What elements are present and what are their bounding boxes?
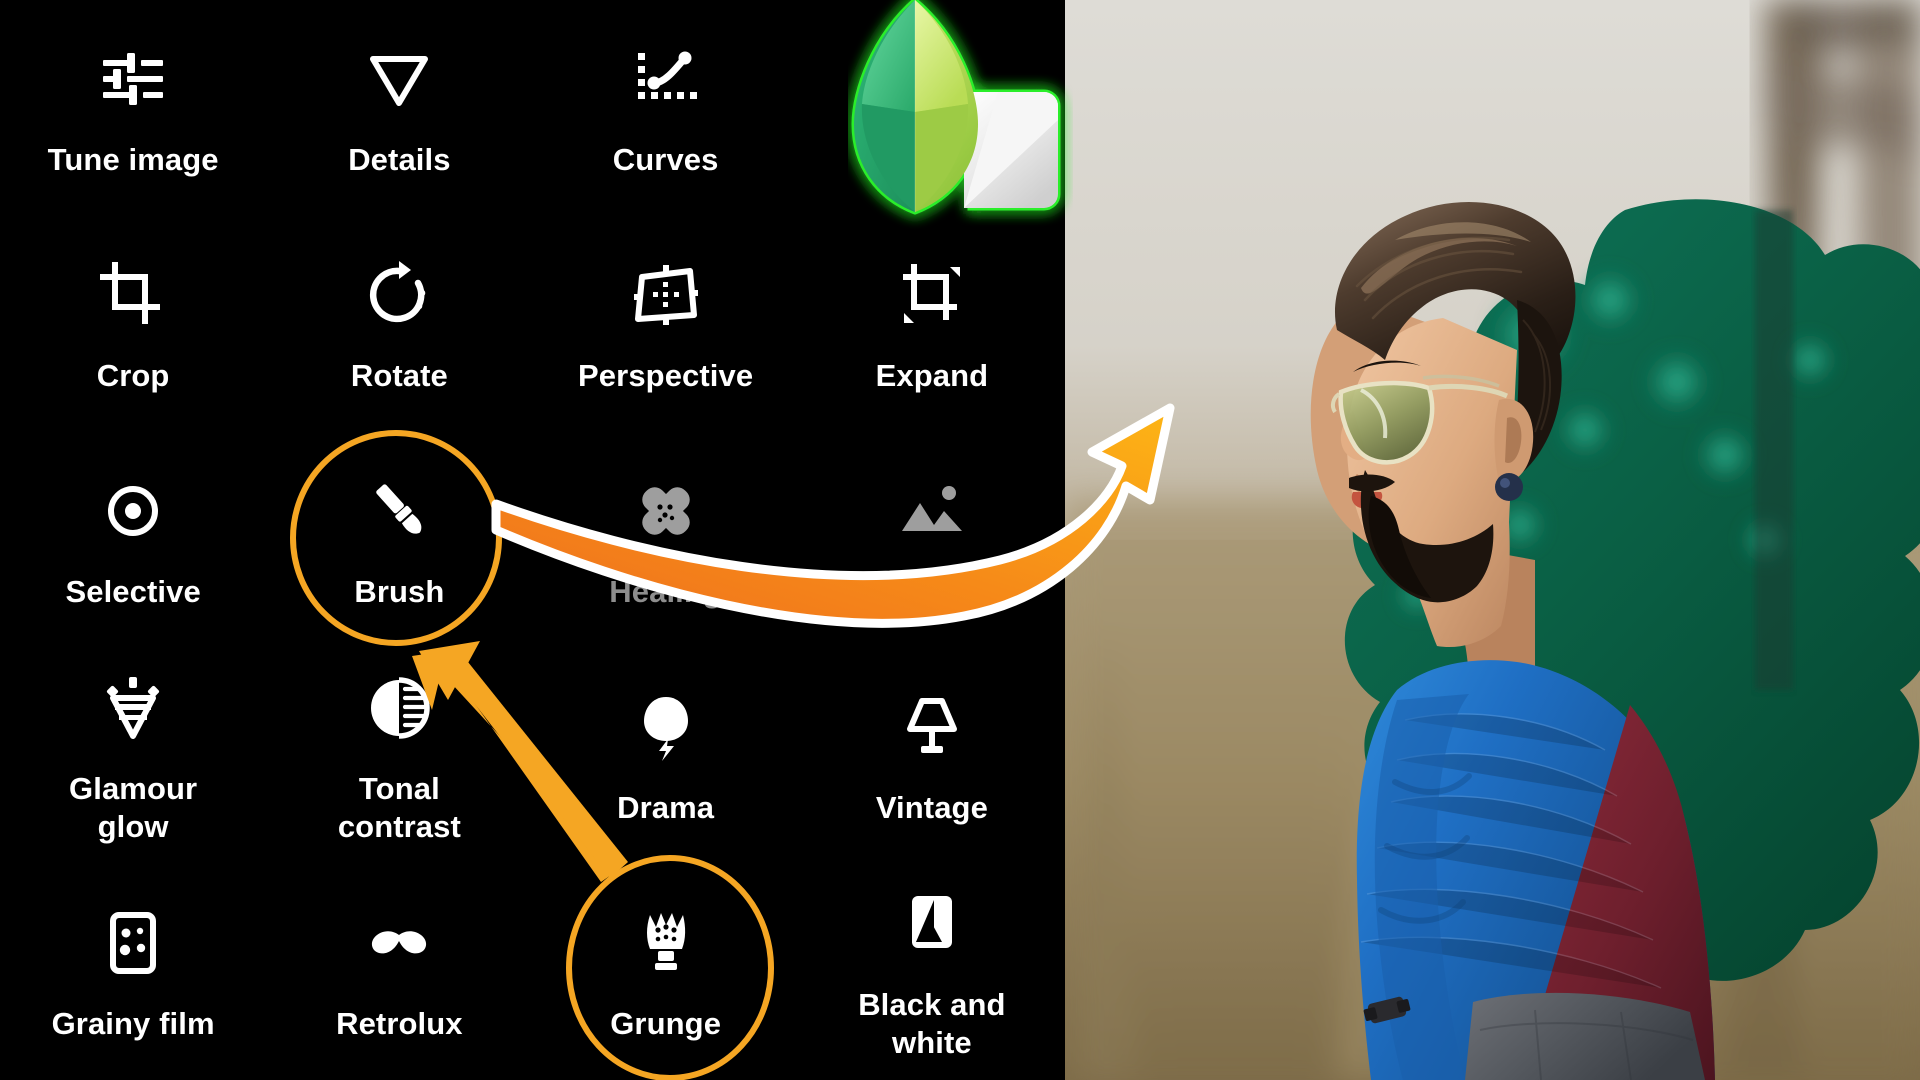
tool-item-perspective[interactable]: Perspective [533,216,799,432]
tool-label: Glamour glow [69,771,198,844]
tool-item-drama[interactable]: Drama [533,648,799,864]
tool-label: Details [348,142,451,178]
tool-label: Tonal contrast [337,771,461,844]
perspective-icon [628,257,704,333]
tool-item-healing[interactable]: Healing [533,432,799,648]
tool-item-expand[interactable]: Expand [799,216,1065,432]
selective-icon [95,473,171,549]
tool-label: HDR Scape [847,574,1016,610]
expand-icon [894,257,970,333]
tool-label: Perspective [578,358,754,394]
tool-label: Black and white [858,987,1006,1060]
tonal-contrast-icon [361,670,437,746]
tool-item-hdr-scape[interactable]: HDR Scape [799,432,1065,648]
brush-icon [361,473,437,549]
tool-item-crop[interactable]: Crop [0,216,266,432]
tool-label: Rotate [350,358,448,394]
tool-item-black-and-white[interactable]: Black and white [799,864,1065,1080]
photo-preview [1065,0,1920,1080]
crop-icon [95,257,171,333]
triangle-down-icon [361,41,437,117]
tool-item-grunge[interactable]: Grunge [533,864,799,1080]
tool-label: Tune image [47,142,219,178]
tool-item-curves[interactable]: Curves [533,0,799,216]
healing-icon [628,473,704,549]
tool-label: Crop [96,358,170,394]
tool-item-grainy-film[interactable]: Grainy film [0,864,266,1080]
tool-label: Brush [354,574,445,610]
tool-item-rotate[interactable]: Rotate [266,216,532,432]
tool-item-brush[interactable]: Brush [266,432,532,648]
tool-label: Grainy film [51,1006,215,1042]
tool-label: Drama [617,790,715,826]
tool-label: Expand [875,358,989,394]
tool-label: Curves [612,142,719,178]
snapseed-logo [848,0,1073,234]
tool-item-vintage[interactable]: Vintage [799,648,1065,864]
tool-item-retrolux[interactable]: Retrolux [266,864,532,1080]
snapseed-tools-screenshot: Tune image Details Curves Crop Rotate Pe… [0,0,1920,1080]
tool-label: Grunge [610,1006,722,1042]
tool-item-details[interactable]: Details [266,0,532,216]
drama-icon [628,689,704,765]
tool-label: Vintage [875,790,988,826]
sliders-icon [95,41,171,117]
grunge-icon [628,905,704,981]
tool-label: Healing [609,574,722,610]
black-white-icon [894,886,970,962]
tool-item-tune-image[interactable]: Tune image [0,0,266,216]
hdr-scape-icon [894,473,970,549]
curves-icon [628,41,704,117]
vintage-icon [894,689,970,765]
tool-item-selective[interactable]: Selective [0,432,266,648]
retrolux-icon [361,905,437,981]
grainy-film-icon [95,905,171,981]
tool-item-tonal-contrast[interactable]: Tonal contrast [266,648,532,864]
tool-label: Selective [65,574,201,610]
glamour-glow-icon [95,670,171,746]
rotate-icon [361,257,437,333]
tool-item-glamour-glow[interactable]: Glamour glow [0,648,266,864]
tool-label: Retrolux [336,1006,463,1042]
